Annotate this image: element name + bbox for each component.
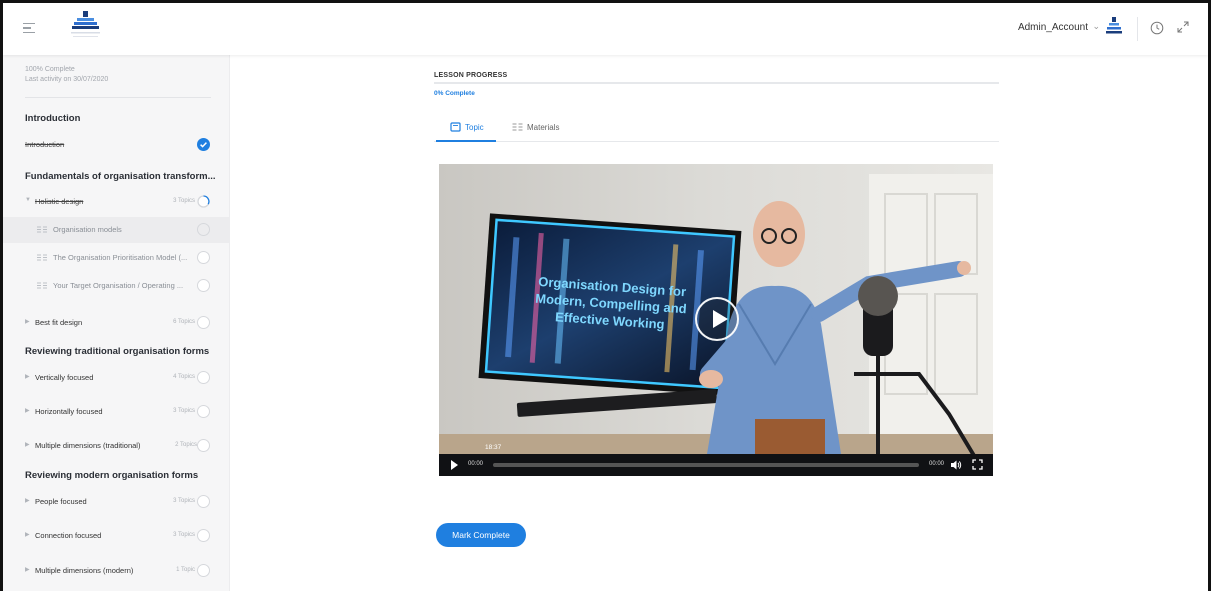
expand-icon[interactable] [1176, 20, 1190, 34]
progress-ring-icon [197, 195, 210, 208]
caret-right-icon: ▶ [25, 532, 30, 538]
fullscreen-icon[interactable] [972, 459, 983, 470]
header-divider [1137, 17, 1138, 41]
lesson-item-vertically-focused[interactable]: ▶ Vertically focused 4 Topics [3, 365, 229, 391]
avatar[interactable] [1106, 17, 1122, 37]
section-title: Introduction [25, 113, 81, 124]
topic-doc-icon [37, 254, 47, 261]
seek-bar[interactable] [493, 463, 919, 467]
topic-count: 4 Topics [173, 374, 195, 380]
lesson-label: Horizontally focused [35, 407, 103, 416]
topic-count: 3 Topics [173, 532, 195, 538]
lesson-progress-percent: 0% Complete [434, 90, 475, 97]
lesson-label: Vertically focused [35, 373, 94, 382]
status-circle-icon [197, 279, 210, 292]
lesson-item-connection-focused[interactable]: ▶ Connection focused 3 Topics [3, 523, 229, 549]
status-circle-icon [197, 529, 210, 542]
section-title: Reviewing modern organisation forms [25, 470, 199, 481]
clock-icon[interactable] [1150, 21, 1164, 35]
topic-count: 2 Topics [175, 442, 197, 448]
lesson-item-people-focused[interactable]: ▶ People focused 3 Topics [3, 489, 229, 515]
section-title: Reviewing traditional organisation forms [25, 346, 210, 357]
lesson-item-multiple-dimensions-traditional[interactable]: ▶ Multiple dimensions (traditional) 2 To… [3, 433, 229, 459]
tab-materials[interactable]: Materials [512, 122, 559, 142]
topic-doc-icon [37, 282, 47, 289]
lesson-label: People focused [35, 497, 87, 506]
topic-doc-icon [37, 226, 47, 233]
progress-complete-text: 100% Complete [25, 66, 75, 73]
caret-right-icon: ▶ [25, 374, 30, 380]
lesson-label: Connection focused [35, 531, 102, 540]
lesson-label: Best fit design [35, 318, 83, 327]
last-activity-text: Last activity on 30/07/2020 [25, 76, 109, 83]
status-circle-icon [197, 251, 210, 264]
duration-time: 00:00 [929, 461, 945, 467]
topic-count: 3 Topics [173, 198, 195, 204]
course-progress: 100% Complete Last activity on 30/07/202… [25, 65, 108, 85]
status-circle-icon [197, 316, 210, 329]
lesson-content: LESSON PROGRESS 0% Complete Topic Materi… [230, 55, 1208, 591]
mark-complete-button[interactable]: Mark Complete [436, 523, 526, 547]
tab-label: Topic [465, 123, 484, 132]
content-tabs: Topic Materials [434, 113, 999, 142]
lesson-item-introduction[interactable]: Introduction [3, 132, 229, 158]
lesson-label: Multiple dimensions (modern) [35, 566, 134, 575]
lesson-progress-bar [434, 82, 999, 84]
chevron-down-icon[interactable]: ⌄ [1092, 21, 1100, 32]
course-sidebar: 100% Complete Last activity on 30/07/202… [3, 55, 230, 591]
tab-topic[interactable]: Topic [436, 122, 496, 142]
lesson-progress-label: LESSON PROGRESS [434, 72, 508, 79]
status-circle-icon [197, 439, 210, 452]
video-player[interactable]: Organisation Design for Modern, Compelli… [439, 164, 993, 476]
topic-label: Your Target Organisation / Operating ... [53, 281, 184, 290]
lesson-item-horizontally-focused[interactable]: ▶ Horizontally focused 3 Topics [3, 399, 229, 425]
lesson-item-best-fit-design[interactable]: ▶ Best fit design 6 Topics [3, 310, 229, 336]
topic-label: Organisation models [53, 225, 122, 234]
completed-check-icon [197, 138, 210, 151]
status-circle-icon [197, 564, 210, 577]
status-circle-icon [197, 495, 210, 508]
seek-hover-time: 18:37 [485, 444, 502, 451]
status-circle-icon [197, 371, 210, 384]
caret-right-icon: ▶ [25, 408, 30, 414]
account-name[interactable]: Admin_Account [1018, 22, 1088, 33]
topic-count: 3 Topics [173, 408, 195, 414]
lesson-label: Holistic design [35, 197, 84, 206]
topic-item-organisation-models[interactable]: Organisation models [3, 217, 229, 243]
lesson-item-holistic-design[interactable]: ▼ Holistic design 3 Topics [3, 189, 229, 215]
volume-icon[interactable] [950, 459, 962, 471]
status-circle-icon [197, 223, 210, 236]
topic-item-target-organisation[interactable]: Your Target Organisation / Operating ... [3, 273, 229, 299]
caret-right-icon: ▶ [25, 498, 30, 504]
caret-right-icon: ▶ [25, 442, 30, 448]
lesson-item-multiple-dimensions-modern[interactable]: ▶ Multiple dimensions (modern) 1 Topic [3, 558, 229, 584]
divider [25, 97, 211, 98]
video-controls: 00:00 00:00 [439, 454, 993, 476]
status-circle-icon [197, 405, 210, 418]
lesson-label: Multiple dimensions (traditional) [35, 441, 141, 450]
lesson-label: Introduction [25, 140, 65, 149]
topic-count: 1 Topic [176, 567, 195, 573]
play-overlay-button[interactable] [695, 297, 739, 341]
hamburger-menu-icon[interactable] [23, 23, 35, 35]
top-header: Admin_Account ⌄ [3, 3, 1208, 55]
topic-count: 6 Topics [173, 319, 195, 325]
current-time: 00:00 [468, 461, 484, 467]
caret-down-icon: ▼ [25, 197, 31, 203]
site-logo[interactable] [63, 9, 107, 47]
caret-right-icon: ▶ [25, 319, 30, 325]
caret-right-icon: ▶ [25, 567, 30, 573]
play-icon[interactable] [451, 460, 458, 470]
materials-icon [512, 123, 523, 131]
topic-item-prioritisation-model[interactable]: The Organisation Prioritisation Model (.… [3, 245, 229, 271]
topic-count: 3 Topics [173, 498, 195, 504]
section-title: Fundamentals of organisation transform..… [25, 171, 216, 182]
app-window: Admin_Account ⌄ 100% Complete Last activ… [0, 0, 1211, 591]
book-icon [450, 122, 461, 132]
topic-label: The Organisation Prioritisation Model (.… [53, 253, 188, 262]
tab-label: Materials [527, 123, 560, 132]
